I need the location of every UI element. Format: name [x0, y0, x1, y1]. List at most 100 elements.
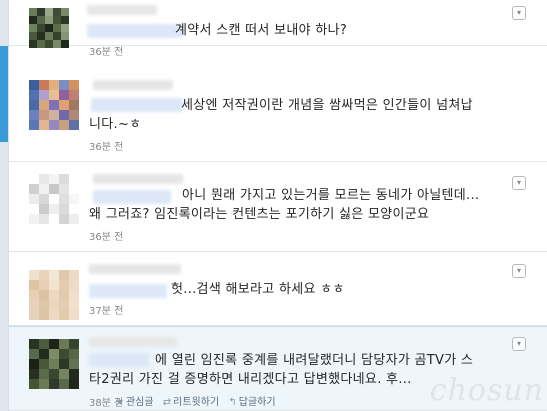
avatar-pixel	[59, 359, 69, 369]
username-blurred[interactable]	[87, 5, 157, 15]
avatar-pixel	[69, 290, 79, 300]
avatar-pixel	[45, 8, 53, 16]
avatar-pixel	[49, 339, 59, 349]
avatar-pixel	[45, 40, 53, 48]
username-blurred[interactable]	[89, 337, 177, 347]
avatar-pixel	[53, 16, 61, 24]
avatar-pixel	[69, 270, 79, 280]
reply-action[interactable]: ↰ 답글하기	[228, 393, 275, 408]
avatar-pixel	[39, 184, 49, 194]
avatar-pixel	[37, 24, 45, 32]
avatar-pixel	[29, 369, 39, 379]
retweet-action[interactable]: ⇄ 리트윗하기	[163, 393, 219, 408]
avatar[interactable]	[29, 80, 79, 130]
avatar-pixel	[53, 40, 61, 48]
tweet-menu-icon[interactable]: ▾	[512, 264, 526, 278]
avatar-pixel	[29, 24, 37, 32]
avatar-pixel	[49, 369, 59, 379]
tweet-3[interactable]: 아니 뭔래 가지고 있는거를 모르는 동네가 아닐텐데... 왜 그러죠? 임진…	[9, 162, 547, 252]
avatar-pixel	[49, 214, 59, 224]
avatar-pixel	[69, 359, 79, 369]
avatar-pixel	[29, 8, 37, 16]
username-blurred[interactable]	[93, 80, 173, 90]
avatar-pixel	[59, 310, 69, 320]
mention-blurred[interactable]	[87, 24, 183, 38]
avatar-pixel	[69, 379, 79, 389]
avatar-pixel	[39, 174, 49, 184]
avatar-pixel	[49, 184, 59, 194]
avatar-pixel	[69, 184, 79, 194]
avatar-pixel	[69, 349, 79, 359]
avatar-pixel	[69, 339, 79, 349]
timestamp[interactable]: 36분 전	[89, 43, 123, 58]
tweet-1[interactable]: 계약서 스캔 떠서 보내야 하나? 36분 전 ▾	[9, 0, 547, 58]
avatar-pixel	[29, 339, 39, 349]
avatar-pixel	[39, 120, 49, 130]
mention-blurred[interactable]	[89, 284, 167, 298]
avatar-pixel	[69, 204, 79, 214]
avatar-pixel	[39, 290, 49, 300]
tweet-feed: 계약서 스캔 떠서 보내야 하나? 36분 전 ▾ 세상엔 저작권이란 개념을 …	[8, 0, 547, 411]
avatar-pixel	[29, 80, 39, 90]
avatar-pixel	[37, 16, 45, 24]
avatar-pixel	[29, 290, 39, 300]
avatar-pixel	[59, 184, 69, 194]
avatar-pixel	[39, 214, 49, 224]
avatar-pixel	[39, 369, 49, 379]
favorite-action[interactable]: ★ 관심글	[115, 393, 154, 408]
avatar-pixel	[59, 280, 69, 290]
avatar-pixel	[49, 90, 59, 100]
avatar-pixel	[29, 194, 39, 204]
tweet-text: 헛...검색 해보라고 하세요 ㅎㅎ	[171, 282, 345, 297]
avatar-pixel	[39, 379, 49, 389]
avatar-pixel	[29, 214, 39, 224]
reply-icon: ↰	[228, 397, 237, 408]
avatar-pixel	[61, 24, 69, 32]
tweet-5[interactable]: 에 열린 임진록 중계를 내려달랬더니 담당자가 곰TV가 스 타2권리 가진 …	[9, 326, 547, 411]
timestamp[interactable]: 36분 전	[89, 138, 123, 153]
avatar-pixel	[59, 194, 69, 204]
avatar-pixel	[61, 32, 69, 40]
avatar[interactable]	[29, 8, 69, 48]
tweet-4[interactable]: 헛...검색 해보라고 하세요 ㅎㅎ 37분 전 ▾	[9, 252, 547, 326]
avatar-pixel	[49, 120, 59, 130]
avatar-pixel	[69, 80, 79, 90]
avatar-pixel	[39, 270, 49, 280]
avatar-pixel	[53, 8, 61, 16]
tweet-actions: ★ 관심글 ⇄ 리트윗하기 ↰ 답글하기	[115, 393, 282, 408]
tweet-2[interactable]: 세상엔 저작권이란 개념을 쌈싸먹은 인간들이 넘쳐납 니다.~ㅎ 36분 전	[9, 60, 547, 162]
tweet-menu-icon[interactable]: ▾	[512, 337, 526, 351]
avatar-pixel	[69, 110, 79, 120]
avatar[interactable]	[29, 339, 79, 389]
avatar-pixel	[59, 349, 69, 359]
avatar-pixel	[37, 32, 45, 40]
avatar-pixel	[29, 174, 39, 184]
avatar-pixel	[53, 24, 61, 32]
username-blurred[interactable]	[89, 264, 181, 274]
timestamp[interactable]: 36분 전	[89, 228, 123, 243]
avatar-pixel	[39, 194, 49, 204]
avatar-pixel	[29, 310, 39, 320]
avatar-pixel	[59, 174, 69, 184]
avatar-pixel	[29, 100, 39, 110]
tweet-menu-icon[interactable]: ▾	[512, 176, 526, 190]
avatar-pixel	[29, 90, 39, 100]
avatar-pixel	[59, 379, 69, 389]
avatar[interactable]	[29, 174, 79, 224]
tweet-menu-icon[interactable]: ▾	[512, 6, 526, 20]
avatar-pixel	[69, 174, 79, 184]
avatar-pixel	[39, 339, 49, 349]
avatar-pixel	[49, 280, 59, 290]
avatar-pixel	[29, 359, 39, 369]
avatar[interactable]	[29, 270, 79, 320]
left-accent-highlight	[0, 46, 8, 142]
avatar-pixel	[29, 349, 39, 359]
avatar-pixel	[39, 300, 49, 310]
timestamp[interactable]: 37분 전	[89, 302, 123, 317]
username-blurred[interactable]	[93, 174, 183, 184]
tweet-text: 세상엔 저작권이란 개념을 쌈싸먹은 인간들이 넘쳐납 니다.~ㅎ	[89, 98, 473, 132]
avatar-pixel	[59, 339, 69, 349]
avatar-pixel	[29, 40, 37, 48]
retweet-icon: ⇄	[162, 397, 172, 408]
avatar-pixel	[59, 270, 69, 280]
